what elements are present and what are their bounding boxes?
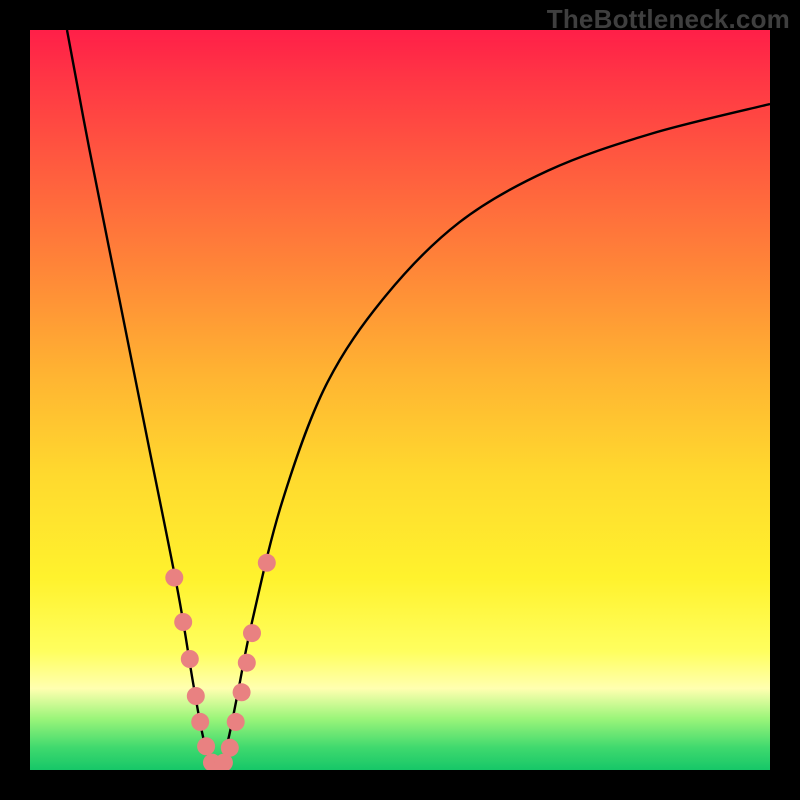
watermark-text: TheBottleneck.com (547, 4, 790, 35)
highlight-point (181, 650, 199, 668)
bottleneck-curve (67, 30, 770, 770)
highlight-point (191, 713, 209, 731)
highlight-point (174, 613, 192, 631)
highlight-point (187, 687, 205, 705)
highlight-point (238, 654, 256, 672)
highlight-point (215, 754, 233, 770)
highlight-point (227, 713, 245, 731)
highlight-point (233, 683, 251, 701)
highlight-point (221, 739, 239, 757)
curve-svg (30, 30, 770, 770)
highlight-point (243, 624, 261, 642)
highlight-point (203, 754, 221, 770)
highlight-point (258, 554, 276, 572)
highlight-markers (165, 554, 275, 770)
highlight-point (209, 757, 227, 770)
plot-area (30, 30, 770, 770)
highlight-point (197, 737, 215, 755)
highlight-point (165, 569, 183, 587)
chart-frame: TheBottleneck.com (0, 0, 800, 800)
